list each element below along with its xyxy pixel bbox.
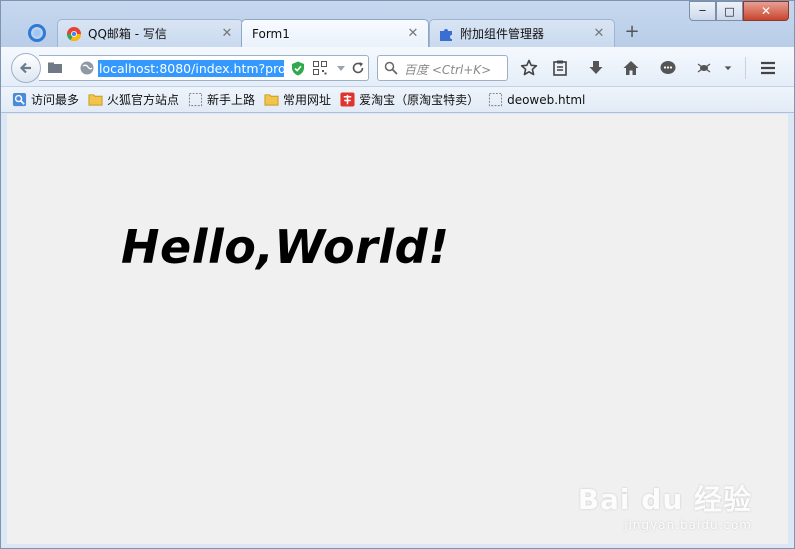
download-arrow-icon [589, 61, 603, 74]
page-content: Hello,World! Bai du 经验 jingyan.baidu.com [7, 114, 788, 544]
url-text[interactable]: localhost:8080/index.htm?project [98, 60, 284, 77]
tab-addons[interactable]: 附加组件管理器 ✕ [429, 19, 615, 47]
tab-form1[interactable]: Form1 ✕ [241, 19, 429, 47]
chat-button[interactable] [655, 55, 681, 81]
bookmark-label: 爱淘宝（原淘宝特卖） [359, 93, 480, 107]
bookmark-label: 火狐官方站点 [107, 93, 180, 107]
clipboard-icon [553, 60, 567, 76]
bookmark-label: 新手上路 [207, 93, 256, 107]
reading-list-button[interactable] [547, 55, 573, 81]
dotted-page-icon [487, 92, 503, 108]
bookmark-most-visited[interactable]: 访问最多 [11, 91, 79, 108]
bug-icon [697, 63, 711, 73]
tab-strip: QQ邮箱 - 写信 ✕ Form1 ✕ 附加组件管理器 ✕ + ─ □ ✕ [1, 1, 794, 47]
downloads-button[interactable] [583, 55, 609, 81]
bookmark-label: deoweb.html [507, 92, 586, 107]
hamburger-menu-icon [761, 61, 775, 75]
chevron-down-icon [724, 66, 732, 71]
maximize-button[interactable]: □ [716, 1, 743, 21]
star-icon [520, 59, 538, 76]
bookmarks-toolbar: 访问最多 火狐官方站点 新手上路 常用网址 爱淘宝（原淘宝特卖） deoweb.… [1, 87, 794, 113]
chrome-style-icon [66, 26, 82, 42]
globe-icon [80, 61, 94, 75]
most-visited-icon [11, 92, 27, 108]
browser-window: QQ邮箱 - 写信 ✕ Form1 ✕ 附加组件管理器 ✕ + ─ □ ✕ lo… [0, 0, 795, 549]
tab-close-icon[interactable]: ✕ [592, 26, 606, 41]
qr-code-icon[interactable] [313, 61, 327, 75]
baidu-jingyan-watermark: Bai du 经验 jingyan.baidu.com [578, 478, 752, 532]
new-tab-button[interactable]: + [621, 21, 643, 43]
home-icon [623, 61, 639, 75]
tab-label: QQ邮箱 - 写信 [88, 27, 167, 41]
bookmark-deoweb[interactable]: deoweb.html [487, 92, 585, 108]
back-button[interactable] [11, 53, 41, 83]
home-button[interactable] [618, 55, 644, 81]
dotted-page-icon [187, 92, 203, 108]
watermark-url: jingyan.baidu.com [624, 518, 752, 532]
bookmark-firefox-official[interactable]: 火狐官方站点 [87, 91, 179, 108]
page-heading: Hello,World! [121, 220, 450, 274]
bookmark-star-button[interactable] [516, 55, 542, 81]
search-placeholder: 百度 <Ctrl+K> [404, 63, 492, 77]
bookmark-label: 访问最多 [31, 93, 80, 107]
taobao-icon [339, 92, 355, 108]
minimize-button[interactable]: ─ [689, 1, 716, 21]
dropdown-arrow-icon[interactable] [335, 62, 347, 74]
tab-qqmail[interactable]: QQ邮箱 - 写信 ✕ [57, 19, 243, 47]
folder-icon [87, 92, 103, 108]
toolbar-separator [745, 57, 746, 79]
back-arrow-icon [19, 62, 31, 74]
shield-icon[interactable] [291, 61, 305, 76]
tab-label: 附加组件管理器 [460, 27, 545, 41]
navigation-toolbar: localhost:8080/index.htm?project [1, 47, 794, 87]
bookmark-common-sites[interactable]: 常用网址 [263, 91, 331, 108]
addon-button[interactable] [691, 55, 717, 81]
tab-label: Form1 [252, 26, 290, 41]
watermark-logo: Bai du 经验 [577, 483, 752, 516]
close-button[interactable]: ✕ [743, 1, 789, 21]
firefox-menu-button[interactable] [25, 22, 49, 44]
reload-icon[interactable] [351, 61, 365, 75]
minimize-icon: ─ [699, 5, 706, 17]
addon-dropdown-button[interactable] [719, 55, 737, 81]
search-bar[interactable]: 百度 <Ctrl+K> [377, 55, 508, 81]
chat-bubble-icon [660, 61, 676, 74]
bookmark-getting-started[interactable]: 新手上路 [187, 91, 255, 108]
tab-close-icon[interactable]: ✕ [406, 26, 420, 41]
tab-close-icon[interactable]: ✕ [220, 26, 234, 41]
url-bar[interactable]: localhost:8080/index.htm?project [39, 55, 369, 81]
close-icon: ✕ [760, 4, 772, 18]
maximize-icon: □ [724, 4, 735, 18]
search-icon[interactable] [384, 61, 398, 75]
bookmark-aitaobao[interactable]: 爱淘宝（原淘宝特卖） [339, 91, 479, 108]
folder-icon [263, 92, 279, 108]
puzzle-icon [438, 26, 454, 42]
firefox-icon [28, 24, 46, 42]
page-info-icon[interactable] [47, 60, 63, 76]
bookmark-label: 常用网址 [283, 93, 332, 107]
menu-button[interactable] [755, 55, 781, 81]
